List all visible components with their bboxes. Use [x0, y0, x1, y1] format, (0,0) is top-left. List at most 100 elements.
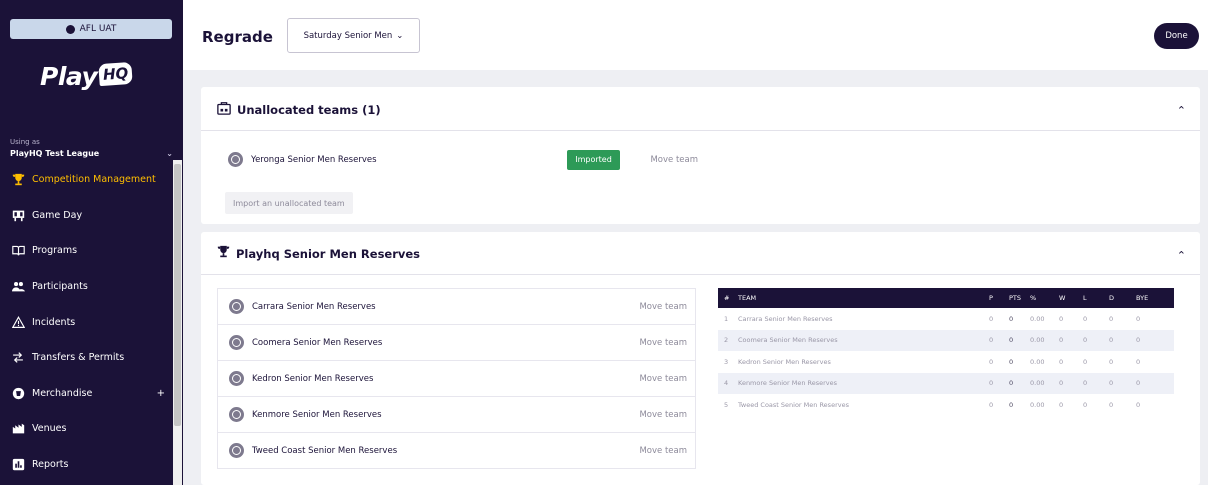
list-item[interactable]: Kenmore Senior Men Reserves Move team: [217, 396, 696, 433]
column-header: D: [1109, 294, 1115, 302]
sidebar-item-participants[interactable]: Participants: [0, 269, 173, 305]
column-header: L: [1083, 294, 1087, 302]
sidebar-item-incidents[interactable]: Incidents: [0, 304, 173, 340]
logo-hq-text: HQ: [98, 61, 134, 86]
ladder-header-row: # TEAM P PTS % W L D BYE: [718, 288, 1174, 308]
column-header: W: [1059, 294, 1066, 302]
points-cell: 0: [1009, 400, 1014, 409]
sidebar-item-transfers-permits[interactable]: Transfers & Permits: [0, 340, 173, 376]
played-cell: 0: [989, 379, 994, 388]
move-team-button[interactable]: Move team: [639, 374, 687, 384]
card-divider: [201, 274, 1200, 275]
sidebar-item-label: Competition Management: [32, 174, 156, 186]
table-row: 1 Carrara Senior Men Reserves 0 0 0.00 0…: [718, 308, 1174, 330]
done-button[interactable]: Done: [1154, 23, 1199, 49]
rank-cell: 5: [724, 400, 729, 409]
teams-icon: [217, 101, 231, 119]
wins-cell: 0: [1059, 400, 1064, 409]
grade-card: Playhq Senior Men Reserves ⌃ Carrara Sen…: [201, 232, 1200, 485]
table-row: 5 Tweed Coast Senior Men Reserves 0 0 0.…: [718, 394, 1174, 416]
rank-cell: 1: [724, 314, 729, 323]
trophy-icon: [217, 245, 230, 262]
logo-play-text: Play: [40, 62, 98, 91]
percentage-cell: 0.00: [1030, 379, 1045, 388]
reports-icon: [11, 458, 25, 472]
list-item[interactable]: Carrara Senior Men Reserves Move team: [217, 288, 696, 325]
transfer-icon: [11, 351, 25, 365]
sidebar-item-venues[interactable]: Venues: [0, 411, 173, 447]
chevron-down-icon: ⌄: [166, 149, 173, 158]
grade-select[interactable]: Saturday Senior Men ⌄: [287, 18, 420, 53]
team-logo-icon: [229, 443, 244, 458]
played-cell: 0: [989, 314, 994, 323]
list-item[interactable]: Tweed Coast Senior Men Reserves Move tea…: [217, 432, 696, 469]
draws-cell: 0: [1109, 357, 1114, 366]
team-name: Tweed Coast Senior Men Reserves: [252, 445, 398, 456]
grade-select-value: Saturday Senior Men: [303, 30, 393, 41]
percentage-cell: 0.00: [1030, 336, 1045, 345]
points-cell: 0: [1009, 357, 1014, 366]
organisation-switcher[interactable]: PlayHQ Test League ⌄: [10, 149, 173, 158]
imported-badge: Imported: [567, 149, 620, 170]
rank-cell: 3: [724, 357, 729, 366]
sidebar-item-reports[interactable]: Reports: [0, 447, 173, 483]
sidebar-item-label: Venues: [32, 423, 67, 435]
sidebar-item-label: Transfers & Permits: [32, 352, 125, 364]
move-team-button[interactable]: Move team: [639, 446, 687, 456]
grade-header: Playhq Senior Men Reserves: [217, 245, 420, 262]
sidebar-item-competition-management[interactable]: Competition Management: [0, 162, 173, 198]
sidebar-item-merchandise[interactable]: Merchandise +: [0, 376, 173, 412]
team-logo-icon: [229, 299, 244, 314]
main-content: Unallocated teams (1) ⌃ Yeronga Senior M…: [183, 70, 1208, 485]
played-cell: 0: [989, 357, 994, 366]
sidebar-item-programs[interactable]: Programs: [0, 233, 173, 269]
sidebar-scrollbar[interactable]: [173, 160, 182, 485]
sidebar-item-game-day[interactable]: Game Day: [0, 198, 173, 234]
chevron-up-icon[interactable]: ⌃: [1177, 104, 1186, 117]
points-cell: 0: [1009, 379, 1014, 388]
scrollbar-thumb[interactable]: [174, 164, 181, 426]
wins-cell: 0: [1059, 379, 1064, 388]
list-item[interactable]: Kedron Senior Men Reserves Move team: [217, 360, 696, 397]
move-team-button[interactable]: Move team: [650, 155, 698, 165]
move-team-button[interactable]: Move team: [639, 410, 687, 420]
wins-cell: 0: [1059, 357, 1064, 366]
byes-cell: 0: [1136, 314, 1141, 323]
percentage-cell: 0.00: [1030, 357, 1045, 366]
environment-badge: AFL UAT: [10, 19, 172, 39]
sidebar-item-label: Participants: [32, 281, 88, 293]
team-name: Carrara Senior Men Reserves: [252, 301, 376, 312]
draws-cell: 0: [1109, 336, 1114, 345]
merchandise-icon: [11, 386, 25, 400]
venue-icon: [11, 422, 25, 436]
import-unallocated-team-button[interactable]: Import an unallocated team: [225, 192, 353, 214]
column-header: TEAM: [738, 294, 757, 302]
card-divider: [201, 130, 1200, 131]
column-header: P: [989, 294, 993, 302]
team-name: Kenmore Senior Men Reserves: [252, 409, 382, 420]
list-item[interactable]: Yeronga Senior Men Reserves Imported Mov…: [217, 141, 700, 178]
losses-cell: 0: [1083, 314, 1088, 323]
points-cell: 0: [1009, 314, 1014, 323]
draws-cell: 0: [1109, 314, 1114, 323]
byes-cell: 0: [1136, 336, 1141, 345]
draws-cell: 0: [1109, 379, 1114, 388]
team-logo-icon: [229, 407, 244, 422]
losses-cell: 0: [1083, 336, 1088, 345]
unallocated-teams-card: Unallocated teams (1) ⌃ Yeronga Senior M…: [201, 87, 1200, 224]
rank-cell: 2: [724, 336, 729, 345]
sidebar: AFL UAT Play HQ Using as PlayHQ Test Lea…: [0, 0, 183, 485]
playhq-logo[interactable]: Play HQ: [40, 61, 134, 91]
move-team-button[interactable]: Move team: [639, 302, 687, 312]
unallocated-teams-header: Unallocated teams (1): [217, 101, 381, 119]
chevron-up-icon[interactable]: ⌃: [1177, 249, 1186, 262]
table-row: 2 Coomera Senior Men Reserves 0 0 0.00 0…: [718, 329, 1174, 351]
organisation-name: PlayHQ Test League: [10, 149, 100, 158]
team-logo-icon: [229, 335, 244, 350]
losses-cell: 0: [1083, 379, 1088, 388]
list-item[interactable]: Coomera Senior Men Reserves Move team: [217, 324, 696, 361]
plus-icon: +: [156, 387, 165, 399]
people-icon: [11, 280, 25, 294]
move-team-button[interactable]: Move team: [639, 338, 687, 348]
byes-cell: 0: [1136, 357, 1141, 366]
